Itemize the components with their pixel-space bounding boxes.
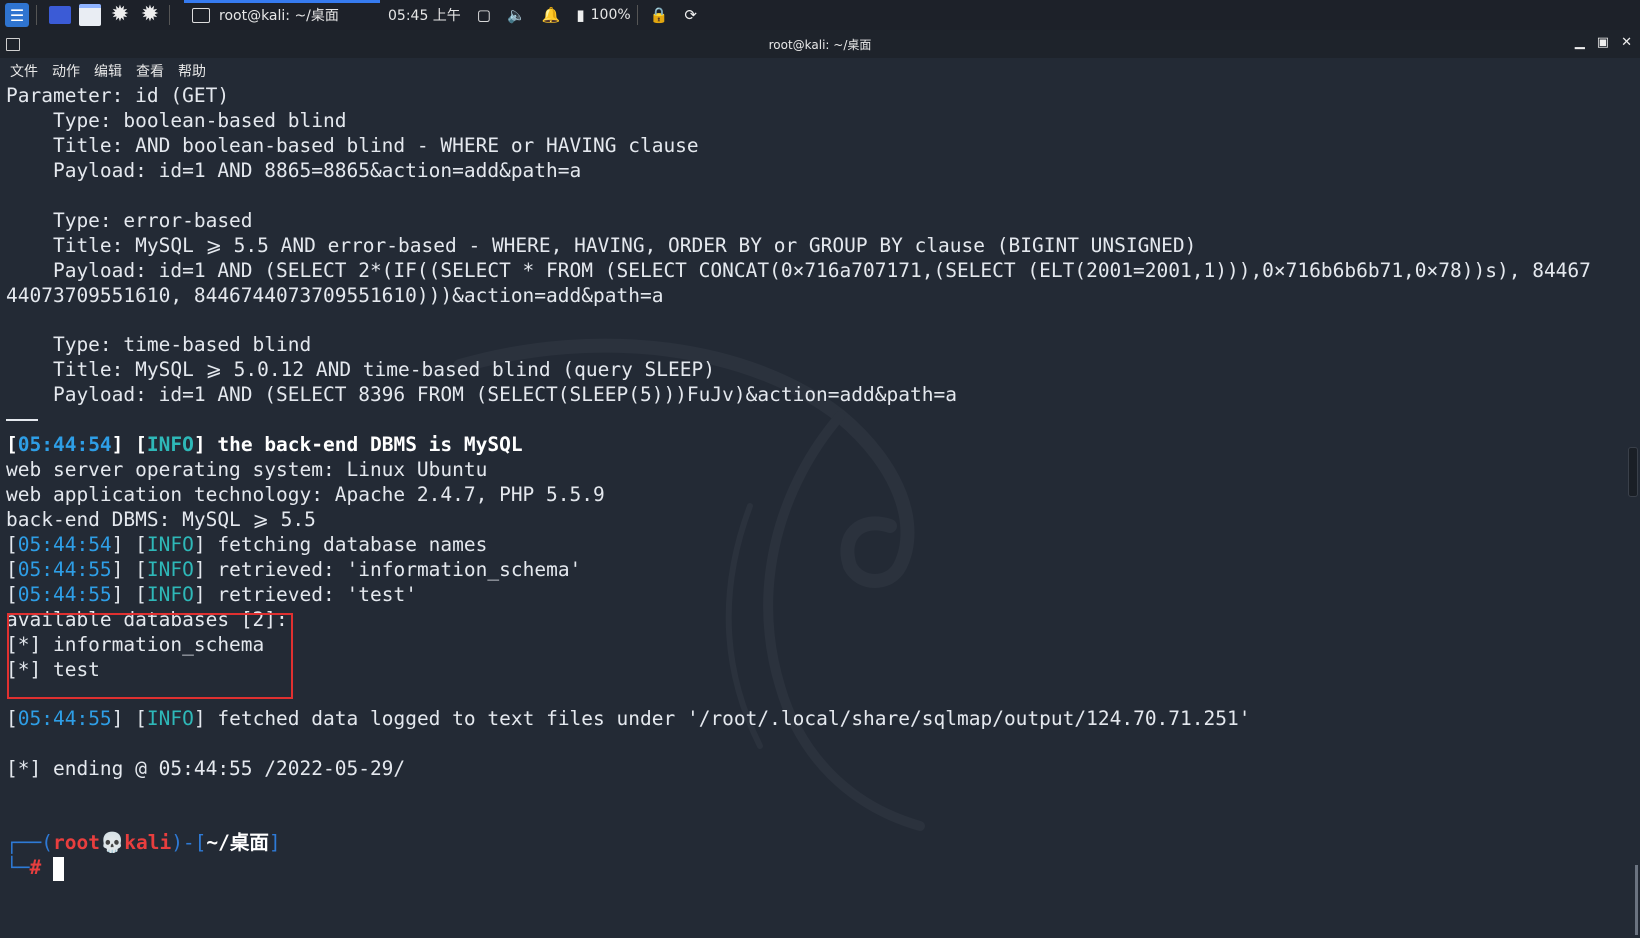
type-line: Type: error-based bbox=[6, 209, 253, 232]
terminal-output[interactable]: Parameter: id (GET) Type: boolean-based … bbox=[0, 84, 1632, 938]
payload-line: 44073709551610, 8446744073709551610)))&a… bbox=[6, 284, 664, 307]
highlight-box bbox=[7, 613, 293, 699]
lock-icon[interactable]: 🔒 bbox=[650, 6, 669, 24]
taskbar-separator bbox=[36, 5, 37, 25]
display-icon[interactable]: ▢ bbox=[477, 6, 491, 24]
menu-file[interactable]: 文件 bbox=[10, 61, 38, 81]
refresh-icon[interactable]: ⟳ bbox=[684, 6, 697, 24]
separator-rule bbox=[6, 419, 38, 421]
menu-edit[interactable]: 编辑 bbox=[94, 61, 122, 81]
taskbar-separator bbox=[636, 5, 638, 25]
window-title: root@kali: ~/桌面 bbox=[768, 37, 872, 52]
shell-prompt: ┌──(root💀kali)-[~/桌面] bbox=[6, 831, 281, 854]
bell-icon[interactable]: 🔔 bbox=[542, 6, 561, 24]
log-line: [05:44:55] [INFO] retrieved: 'test' bbox=[6, 583, 417, 606]
menu-view[interactable]: 查看 bbox=[136, 61, 164, 81]
window-icon bbox=[6, 38, 20, 51]
type-line: Type: boolean-based blind bbox=[6, 109, 347, 132]
close-icon[interactable]: ✕ bbox=[1621, 35, 1632, 50]
settings-icon[interactable]: ✹ bbox=[137, 2, 163, 28]
payload-line: Payload: id=1 AND 8865=8865&action=add&p… bbox=[6, 159, 582, 182]
scrollbar-thumb[interactable] bbox=[1628, 447, 1638, 497]
param-header: Parameter: id (GET) bbox=[6, 84, 230, 107]
type-line: Type: time-based blind bbox=[6, 333, 312, 356]
payload-line: Payload: id=1 AND (SELECT 2*(IF((SELECT … bbox=[6, 259, 1591, 282]
backend-line: back-end DBMS: MySQL ⩾ 5.5 bbox=[6, 508, 316, 531]
log-line: [05:44:54] [INFO] fetching database name… bbox=[6, 533, 488, 556]
log-line: [05:44:55] [INFO] retrieved: 'informatio… bbox=[6, 558, 582, 581]
taskbar-terminal-task[interactable]: root@kali: ~/桌面 bbox=[184, 0, 380, 30]
title-line: Title: MySQL ⩾ 5.5 AND error-based - WHE… bbox=[6, 234, 1197, 257]
menu-actions[interactable]: 动作 bbox=[52, 61, 80, 81]
web-tech-line: web application technology: Apache 2.4.7… bbox=[6, 483, 605, 506]
taskbar-separator bbox=[169, 5, 170, 25]
maximize-icon[interactable]: ▣ bbox=[1597, 35, 1609, 50]
minimize-icon[interactable]: ▁ bbox=[1575, 35, 1585, 50]
text-cursor bbox=[52, 856, 64, 881]
title-line: Title: AND boolean-based blind - WHERE o… bbox=[6, 134, 699, 157]
menu-help[interactable]: 帮助 bbox=[178, 61, 206, 81]
volume-icon[interactable]: 🔈 bbox=[507, 6, 526, 24]
terminal-icon bbox=[192, 7, 210, 23]
kali-menu-icon[interactable]: ☰ bbox=[4, 2, 30, 28]
settings-icon[interactable]: ✹ bbox=[107, 2, 133, 28]
shell-input[interactable]: └─# bbox=[6, 855, 64, 881]
payload-line: Payload: id=1 AND (SELECT 8396 FROM (SEL… bbox=[6, 383, 957, 406]
scrollbar[interactable] bbox=[1635, 865, 1638, 935]
battery-icon[interactable]: ▮ bbox=[576, 6, 584, 24]
task-label: root@kali: ~/桌面 bbox=[219, 8, 339, 24]
menubar: 文件 动作 编辑 查看 帮助 bbox=[0, 58, 1640, 83]
clock[interactable]: 05:45 上午 bbox=[388, 5, 461, 25]
skull-icon: 💀 bbox=[99, 831, 125, 854]
window-titlebar[interactable]: root@kali: ~/桌面 ▁ ▣ ✕ bbox=[0, 30, 1640, 58]
battery-percent: 100% bbox=[590, 7, 631, 23]
log-line: [05:44:54] [INFO] the back-end DBMS is M… bbox=[6, 433, 523, 456]
title-line: Title: MySQL ⩾ 5.0.12 AND time-based bli… bbox=[6, 358, 715, 381]
ending-line: [*] ending @ 05:44:55 /2022-05-29/ bbox=[6, 757, 406, 780]
workspace-icon[interactable] bbox=[47, 2, 73, 28]
taskbar: ☰ ✹ ✹ root@kali: ~/桌面 05:45 上午 ▢ 🔈 🔔 ▮ 1… bbox=[0, 0, 1640, 30]
web-os-line: web server operating system: Linux Ubunt… bbox=[6, 458, 488, 481]
log-line: [05:44:55] [INFO] fetched data logged to… bbox=[6, 707, 1251, 730]
file-manager-icon[interactable] bbox=[77, 2, 103, 28]
